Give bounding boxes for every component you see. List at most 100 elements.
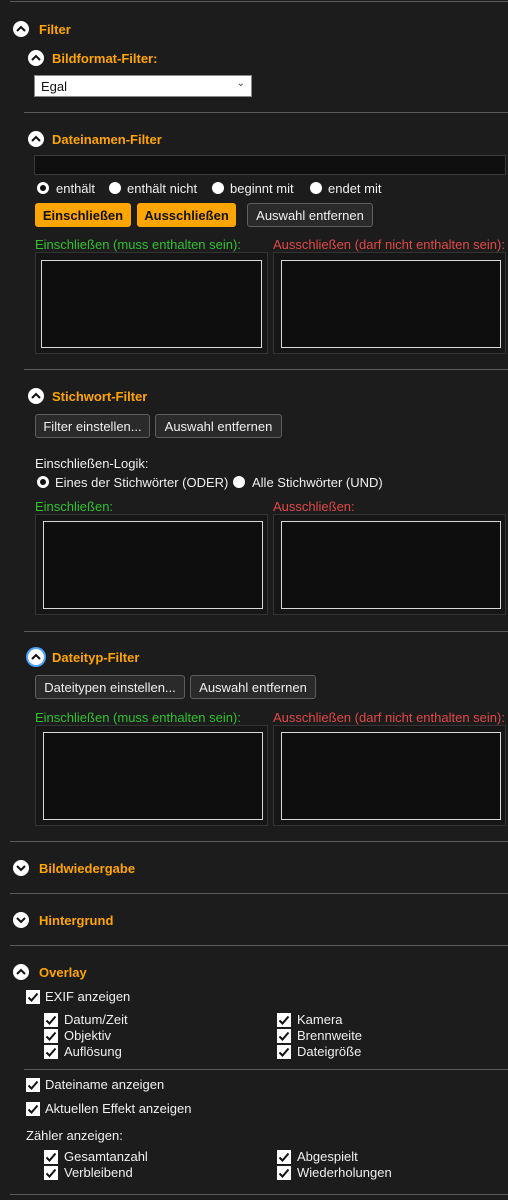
abgespielt-checkbox[interactable] (277, 1150, 291, 1164)
dateitypen-einstellen-button[interactable]: Dateitypen einstellen... (35, 675, 185, 699)
stichwort-collapse-icon[interactable] (28, 388, 44, 404)
dateinamen-input[interactable] (34, 155, 506, 175)
exif-checkbox[interactable] (26, 990, 40, 1004)
dateityp-collapse-icon[interactable] (28, 649, 44, 665)
stichwort-logic-label: Einschließen-Logik: (35, 456, 149, 471)
gesamtanzahl-label[interactable]: Gesamtanzahl (64, 1149, 148, 1164)
dateinamen-collapse-icon[interactable] (28, 131, 44, 147)
radio-oder-label[interactable]: Eines der Stichwörter (ODER) (55, 475, 228, 490)
ausschliessen-button[interactable]: Ausschließen (137, 203, 236, 227)
bildformat-title[interactable]: Bildformat-Filter: (52, 51, 157, 66)
radio-und[interactable] (233, 476, 245, 488)
objektiv-checkbox[interactable] (44, 1029, 58, 1043)
brennweite-checkbox[interactable] (277, 1029, 291, 1043)
radio-enthaelt[interactable] (37, 182, 49, 194)
einschliessen-button[interactable]: Einschließen (35, 203, 131, 227)
stichwort-exclude-label: Ausschließen: (273, 499, 355, 514)
checkmark-icon (278, 1031, 290, 1041)
brennweite-label[interactable]: Brennweite (297, 1028, 362, 1043)
top-divider (10, 1, 508, 2)
dateinamen-include-list[interactable] (41, 260, 262, 348)
radio-beginnt-mit-label[interactable]: beginnt mit (230, 181, 294, 196)
divider (10, 1194, 508, 1195)
kamera-label[interactable]: Kamera (297, 1012, 343, 1027)
dateiname-label[interactable]: Dateiname anzeigen (45, 1077, 164, 1092)
radio-beginnt-mit[interactable] (212, 182, 224, 194)
checkmark-icon (278, 1047, 290, 1057)
effekt-label[interactable]: Aktuellen Effekt anzeigen (45, 1101, 191, 1116)
divider (10, 893, 508, 894)
stichwort-filter-einstellen-button[interactable]: Filter einstellen... (35, 414, 150, 438)
dateinamen-include-label: Einschließen (muss enthalten sein): (35, 237, 241, 252)
dateinamen-exclude-list[interactable] (281, 260, 501, 348)
dateityp-auswahl-entfernen-button[interactable]: Auswahl entfernen (190, 675, 316, 699)
stichwort-title[interactable]: Stichwort-Filter (52, 389, 147, 404)
dateityp-exclude-label: Ausschließen (darf nicht enthalten sein)… (273, 710, 505, 725)
zaehler-label: Zähler anzeigen: (26, 1128, 123, 1143)
dateigroesse-label[interactable]: Dateigröße (297, 1044, 361, 1059)
verbleibend-checkbox[interactable] (44, 1166, 58, 1180)
divider (24, 631, 508, 632)
exif-label[interactable]: EXIF anzeigen (45, 989, 130, 1004)
radio-endet-mit[interactable] (310, 182, 322, 194)
bildformat-select-value: Egal (41, 79, 68, 94)
dateityp-include-list[interactable] (43, 732, 263, 820)
verbleibend-label[interactable]: Verbleibend (64, 1165, 133, 1180)
dateinamen-exclude-label: Ausschließen (darf nicht enthalten sein)… (273, 237, 505, 252)
dateityp-exclude-list[interactable] (281, 732, 501, 820)
aufloesung-checkbox[interactable] (44, 1045, 58, 1059)
dateinamen-exclude-panel (273, 252, 506, 354)
dateityp-exclude-panel (273, 725, 506, 826)
divider (24, 1069, 508, 1070)
chevron-down-icon: ⌄ (236, 78, 245, 89)
divider (10, 841, 508, 842)
checkmark-icon (27, 992, 39, 1002)
checkmark-icon (27, 1104, 39, 1114)
dateinamen-title[interactable]: Dateinamen-Filter (52, 132, 162, 147)
objektiv-label[interactable]: Objektiv (64, 1028, 111, 1043)
dateinamen-auswahl-entfernen-button[interactable]: Auswahl entfernen (247, 203, 373, 227)
wiederholungen-checkbox[interactable] (277, 1166, 291, 1180)
gesamtanzahl-checkbox[interactable] (44, 1150, 58, 1164)
aufloesung-label[interactable]: Auflösung (64, 1044, 122, 1059)
bildformat-select[interactable]: Egal ⌄ (34, 75, 252, 97)
dateinamen-include-panel (35, 252, 268, 354)
checkmark-icon (45, 1047, 57, 1057)
divider (24, 112, 508, 113)
bildformat-collapse-icon[interactable] (28, 50, 44, 66)
stichwort-exclude-panel (273, 514, 506, 615)
radio-enthaelt-label[interactable]: enthält (56, 181, 95, 196)
stichwort-include-list[interactable] (43, 521, 263, 609)
filter-title[interactable]: Filter (39, 22, 71, 37)
divider (10, 945, 508, 946)
datum-zeit-checkbox[interactable] (44, 1013, 58, 1027)
overlay-collapse-icon[interactable] (13, 964, 29, 980)
overlay-title[interactable]: Overlay (39, 965, 87, 980)
hintergrund-title[interactable]: Hintergrund (39, 913, 113, 928)
hintergrund-expand-icon[interactable] (13, 912, 29, 928)
dateiname-checkbox[interactable] (26, 1078, 40, 1092)
bildwiedergabe-expand-icon[interactable] (13, 860, 29, 876)
radio-enthaelt-nicht-label[interactable]: enthält nicht (127, 181, 197, 196)
radio-oder[interactable] (37, 476, 49, 488)
kamera-checkbox[interactable] (277, 1013, 291, 1027)
checkmark-icon (45, 1015, 57, 1025)
dateigroesse-checkbox[interactable] (277, 1045, 291, 1059)
radio-und-label[interactable]: Alle Stichwörter (UND) (252, 475, 383, 490)
radio-endet-mit-label[interactable]: endet mit (328, 181, 381, 196)
filter-collapse-icon[interactable] (13, 21, 29, 37)
checkmark-icon (45, 1152, 57, 1162)
stichwort-auswahl-entfernen-button[interactable]: Auswahl entfernen (155, 414, 282, 438)
bildwiedergabe-title[interactable]: Bildwiedergabe (39, 861, 135, 876)
effekt-checkbox[interactable] (26, 1102, 40, 1116)
dateityp-title[interactable]: Dateityp-Filter (52, 650, 139, 665)
checkmark-icon (27, 1080, 39, 1090)
radio-enthaelt-nicht[interactable] (109, 182, 121, 194)
wiederholungen-label[interactable]: Wiederholungen (297, 1165, 392, 1180)
abgespielt-label[interactable]: Abgespielt (297, 1149, 358, 1164)
checkmark-icon (45, 1168, 57, 1178)
checkmark-icon (278, 1152, 290, 1162)
divider (24, 369, 508, 370)
datum-zeit-label[interactable]: Datum/Zeit (64, 1012, 128, 1027)
stichwort-exclude-list[interactable] (281, 521, 501, 609)
